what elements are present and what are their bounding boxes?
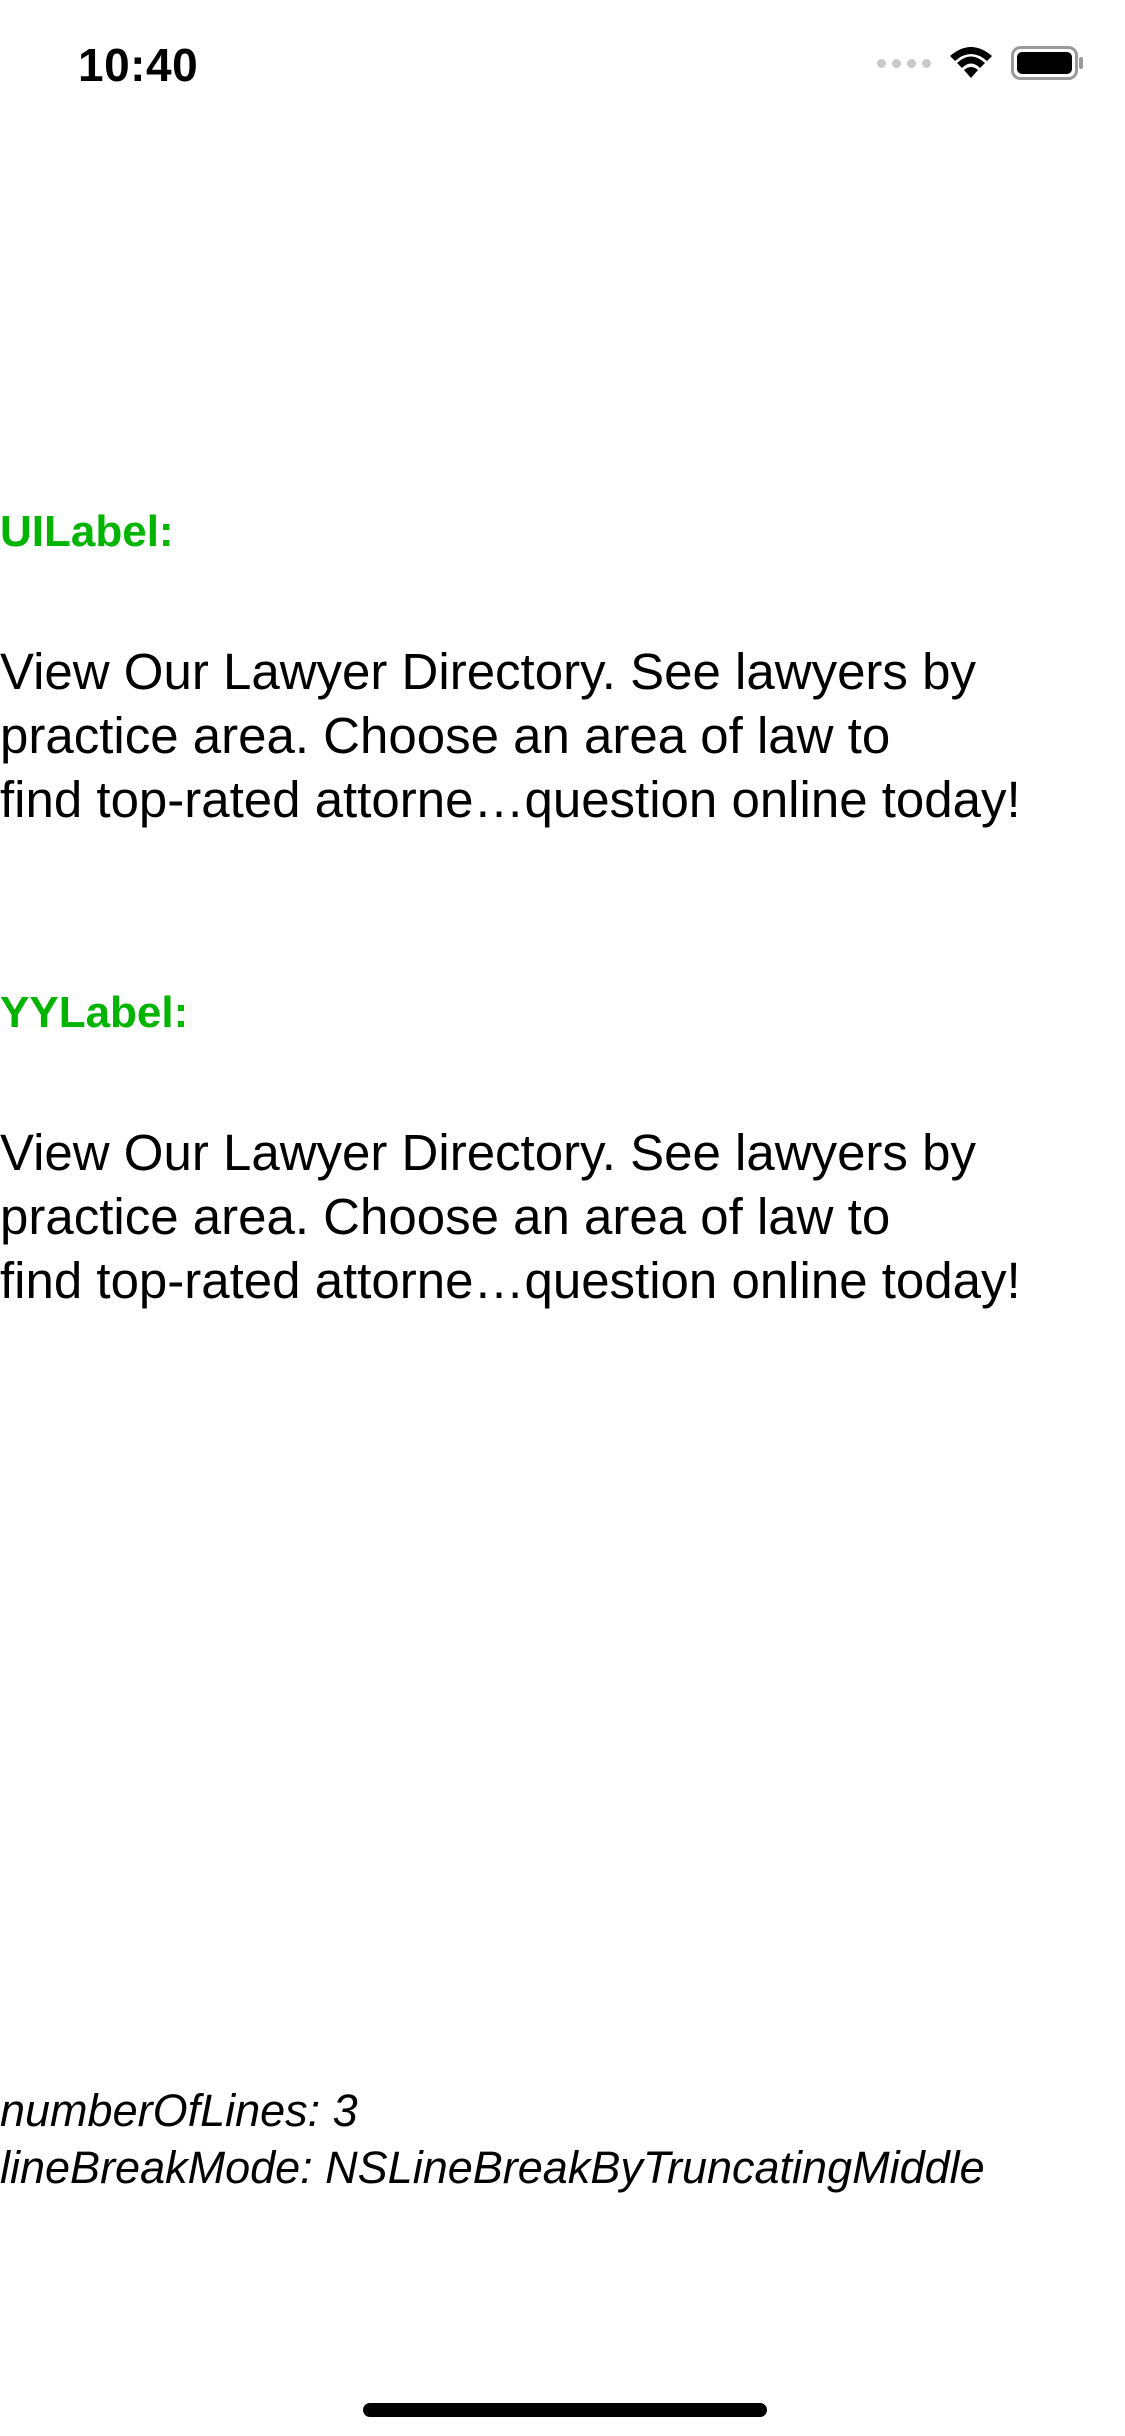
status-icons bbox=[877, 46, 1085, 80]
yylabel-line-2: practice area. Choose an area of law to bbox=[0, 1188, 891, 1245]
yylabel-line-3: find top-rated attorne…question online t… bbox=[0, 1252, 1021, 1309]
uilabel-line-1: View Our Lawyer Directory. See lawyers b… bbox=[0, 643, 976, 700]
line-break-mode-text: lineBreakMode: NSLineBreakByTruncatingMi… bbox=[0, 2142, 985, 2193]
battery-icon bbox=[1011, 46, 1083, 80]
config-caption: numberOfLines: 3 lineBreakMode: NSLineBr… bbox=[0, 2082, 985, 2196]
yylabel-text: View Our Lawyer Directory. See lawyers b… bbox=[0, 1121, 1125, 1313]
status-time: 10:40 bbox=[78, 39, 199, 91]
uilabel-line-3: find top-rated attorne…question online t… bbox=[0, 771, 1021, 828]
status-bar: 10:40 bbox=[0, 0, 1125, 132]
signal-dots-icon bbox=[877, 58, 931, 68]
uilabel-line-2: practice area. Choose an area of law to bbox=[0, 707, 891, 764]
uilabel-text: View Our Lawyer Directory. See lawyers b… bbox=[0, 640, 1125, 832]
number-of-lines-text: numberOfLines: 3 bbox=[0, 2085, 358, 2136]
wifi-icon bbox=[950, 47, 992, 78]
home-indicator[interactable] bbox=[363, 2403, 767, 2417]
yylabel-line-1: View Our Lawyer Directory. See lawyers b… bbox=[0, 1124, 976, 1181]
yylabel-title: YYLabel: bbox=[0, 988, 189, 1037]
uilabel-title: UILabel: bbox=[0, 507, 174, 556]
